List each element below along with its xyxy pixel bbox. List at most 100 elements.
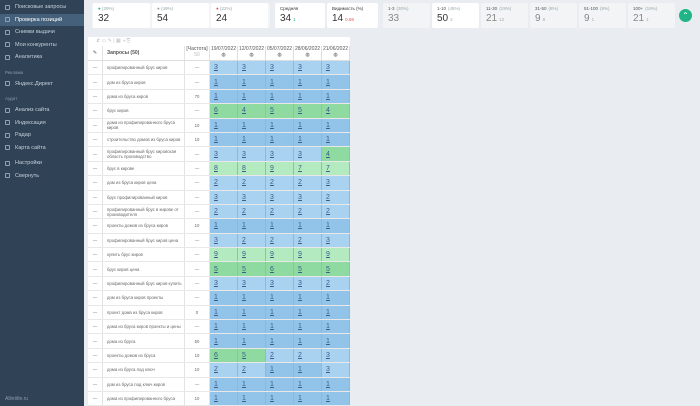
position-cell[interactable]: 1: [238, 320, 266, 334]
position-cell[interactable]: 9: [266, 161, 294, 176]
position-cell[interactable]: 9: [210, 248, 238, 262]
position-cell[interactable]: 2: [322, 204, 350, 219]
position-cell[interactable]: 1: [238, 377, 266, 391]
position-cell[interactable]: 2: [294, 233, 322, 248]
position-cell[interactable]: 1: [322, 334, 350, 348]
query-text[interactable]: брус в кирове: [103, 161, 185, 176]
row-menu-button[interactable]: —: [88, 391, 103, 406]
position-cell[interactable]: 1: [266, 118, 294, 132]
position-cell[interactable]: 1: [266, 391, 294, 406]
position-cell[interactable]: 1: [210, 75, 238, 89]
query-text[interactable]: дома из профилированного бруса киров: [103, 118, 185, 132]
query-text[interactable]: проекты домов из бруса: [103, 348, 185, 363]
range-card[interactable]: 1-10 (45%) 50 2: [432, 3, 479, 28]
position-cell[interactable]: 1: [210, 334, 238, 348]
position-cell[interactable]: 1: [210, 118, 238, 132]
stat-card[interactable]: ● (29%) 32: [93, 3, 150, 28]
query-text[interactable]: дом из бруса киров цена: [103, 176, 185, 190]
position-cell[interactable]: 2: [322, 276, 350, 291]
position-cell[interactable]: 1: [294, 89, 322, 104]
position-cell[interactable]: 1: [238, 132, 266, 147]
position-cell[interactable]: 2: [238, 363, 266, 377]
query-text[interactable]: профилированный брус в кирове от произво…: [103, 204, 185, 219]
position-cell[interactable]: 1: [238, 118, 266, 132]
date-column-header[interactable]: 19/07/2022 ◍: [210, 46, 238, 60]
sidebar-item[interactable]: Поисковые запросы: [0, 1, 84, 14]
query-header[interactable]: Запросы (50): [103, 46, 185, 60]
position-cell[interactable]: 1: [322, 377, 350, 391]
position-cell[interactable]: 8: [238, 161, 266, 176]
position-cell[interactable]: 3: [210, 61, 238, 75]
query-text[interactable]: дом из бруса киров: [103, 75, 185, 89]
position-cell[interactable]: 2: [238, 176, 266, 190]
date-column-header[interactable]: 05/07/2022 ◍: [266, 46, 294, 60]
position-cell[interactable]: 9: [294, 248, 322, 262]
position-cell[interactable]: 3: [266, 276, 294, 291]
row-menu-button[interactable]: —: [88, 118, 103, 132]
position-cell[interactable]: 1: [322, 219, 350, 233]
position-cell[interactable]: 3: [210, 276, 238, 291]
position-cell[interactable]: 2: [238, 233, 266, 248]
query-text[interactable]: дом из бруса под ключ киров: [103, 377, 185, 391]
position-cell[interactable]: 1: [322, 320, 350, 334]
position-cell[interactable]: 4: [322, 104, 350, 118]
position-cell[interactable]: 7: [322, 161, 350, 176]
avg-card[interactable]: Средняя 34 1: [275, 3, 325, 28]
position-cell[interactable]: 2: [210, 204, 238, 219]
position-cell[interactable]: 1: [294, 305, 322, 320]
position-cell[interactable]: 3: [238, 276, 266, 291]
position-cell[interactable]: 2: [294, 348, 322, 363]
query-text[interactable]: дома из бруса под ключ: [103, 363, 185, 377]
position-cell[interactable]: 1: [266, 219, 294, 233]
position-cell[interactable]: 2: [266, 233, 294, 248]
row-menu-button[interactable]: —: [88, 305, 103, 320]
row-menu-button[interactable]: —: [88, 334, 103, 348]
position-cell[interactable]: 1: [238, 391, 266, 406]
position-cell[interactable]: 9: [266, 248, 294, 262]
position-cell[interactable]: 6: [210, 104, 238, 118]
position-cell[interactable]: 1: [294, 320, 322, 334]
query-text[interactable]: проект дома из бруса киров: [103, 305, 185, 320]
sidebar-item[interactable]: Снимки выдачи: [0, 26, 84, 39]
position-cell[interactable]: 3: [238, 147, 266, 161]
position-cell[interactable]: 1: [294, 118, 322, 132]
range-card[interactable]: 51-100 (8%) 9 1: [579, 3, 626, 28]
position-cell[interactable]: 1: [266, 320, 294, 334]
position-cell[interactable]: 1: [238, 334, 266, 348]
query-text[interactable]: дома из бруса: [103, 334, 185, 348]
query-text[interactable]: дома из профилированного бруса: [103, 391, 185, 406]
position-cell[interactable]: 1: [210, 305, 238, 320]
position-cell[interactable]: 2: [238, 204, 266, 219]
position-cell[interactable]: 1: [266, 291, 294, 305]
position-cell[interactable]: 1: [238, 305, 266, 320]
position-cell[interactable]: 1: [238, 291, 266, 305]
query-text[interactable]: брус киров цена: [103, 262, 185, 276]
position-cell[interactable]: 5: [238, 262, 266, 276]
position-cell[interactable]: 2: [266, 176, 294, 190]
row-menu-button[interactable]: —: [88, 104, 103, 118]
position-cell[interactable]: 1: [238, 89, 266, 104]
position-cell[interactable]: 1: [294, 363, 322, 377]
position-cell[interactable]: 3: [322, 363, 350, 377]
sidebar-item[interactable]: Настройки: [0, 157, 84, 170]
position-cell[interactable]: 1: [266, 334, 294, 348]
position-cell[interactable]: 1: [210, 291, 238, 305]
position-cell[interactable]: 1: [266, 377, 294, 391]
query-text[interactable]: профилированный брус кировская область п…: [103, 147, 185, 161]
position-cell[interactable]: 1: [322, 305, 350, 320]
position-cell[interactable]: 2: [294, 176, 322, 190]
position-cell[interactable]: 1: [238, 75, 266, 89]
row-menu-button[interactable]: —: [88, 61, 103, 75]
position-cell[interactable]: 2: [210, 176, 238, 190]
range-card[interactable]: 31-50 (8%) 9 8: [530, 3, 577, 28]
visibility-card[interactable]: Видимость (%) 14 0.69: [327, 3, 378, 28]
position-cell[interactable]: 1: [210, 132, 238, 147]
scroll-top-button[interactable]: ⌃: [679, 9, 692, 22]
sidebar-item[interactable]: Мои конкуренты: [0, 39, 84, 52]
date-column-header[interactable]: 21/06/2022 ◍: [322, 46, 350, 60]
position-cell[interactable]: 1: [322, 291, 350, 305]
position-cell[interactable]: 1: [266, 363, 294, 377]
row-menu-button[interactable]: —: [88, 377, 103, 391]
row-menu-button[interactable]: —: [88, 147, 103, 161]
position-cell[interactable]: 5: [294, 262, 322, 276]
